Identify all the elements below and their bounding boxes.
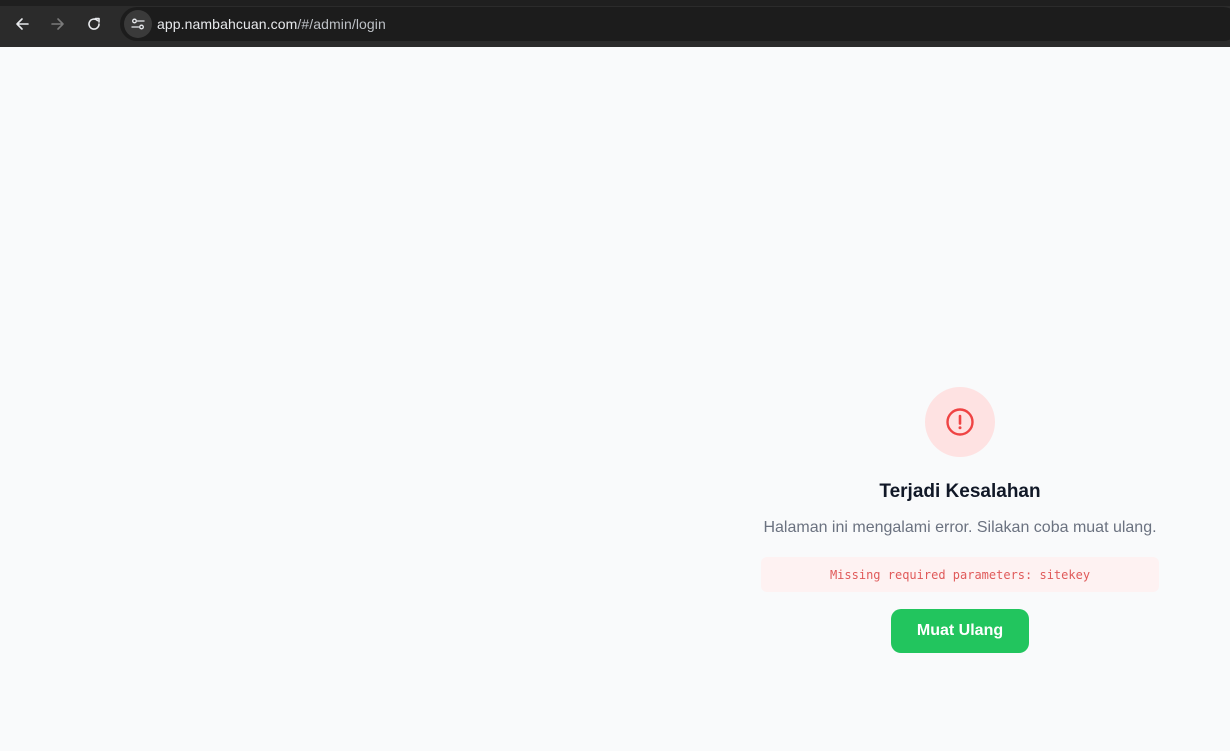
- error-icon-badge: [925, 387, 995, 457]
- page-content: Terjadi Kesalahan Halaman ini mengalami …: [0, 47, 1230, 751]
- url-host: app.nambahcuan.com: [157, 16, 298, 32]
- address-bar[interactable]: app.nambahcuan.com/#/admin/login: [120, 7, 1230, 41]
- browser-toolbar: app.nambahcuan.com/#/admin/login: [0, 0, 1230, 47]
- retry-button[interactable]: Muat Ulang: [891, 609, 1029, 653]
- error-panel: Terjadi Kesalahan Halaman ini mengalami …: [760, 387, 1160, 653]
- exclamation-circle-icon: [946, 408, 974, 436]
- error-message: Halaman ini mengalami error. Silakan cob…: [763, 519, 1157, 536]
- forward-button[interactable]: [43, 9, 73, 39]
- url-text[interactable]: app.nambahcuan.com/#/admin/login: [157, 16, 386, 32]
- tune-icon: [131, 18, 145, 30]
- back-button[interactable]: [7, 9, 37, 39]
- url-path: /#/admin/login: [297, 16, 386, 32]
- error-detail: Missing required parameters: sitekey: [761, 557, 1159, 592]
- error-title: Terjadi Kesalahan: [879, 481, 1041, 502]
- arrow-left-icon: [16, 18, 29, 30]
- arrow-right-icon: [51, 18, 64, 30]
- reload-icon: [88, 17, 100, 30]
- reload-button[interactable]: [79, 9, 109, 39]
- site-info-button[interactable]: [124, 10, 152, 38]
